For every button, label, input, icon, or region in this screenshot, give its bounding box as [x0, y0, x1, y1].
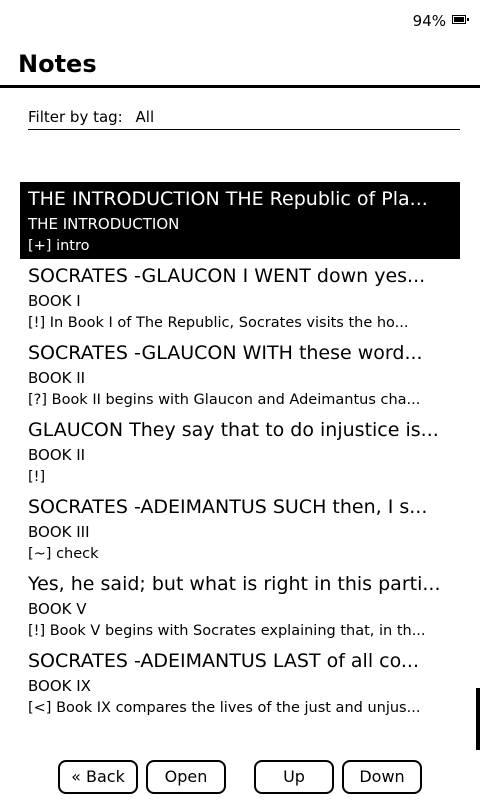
note-chapter: BOOK II [28, 446, 86, 464]
scrollbar-thumb[interactable] [476, 688, 480, 750]
back-button[interactable]: « Back [58, 760, 138, 794]
note-item[interactable]: SOCRATES -GLAUCON I WENT down yes... BOO… [20, 259, 460, 336]
up-button[interactable]: Up [254, 760, 334, 794]
status-bar: 94% [0, 0, 480, 40]
note-item[interactable]: GLAUCON They say that to do injustice is… [20, 413, 460, 490]
note-title: Yes, he said; but what is right in this … [28, 573, 441, 595]
filter-value[interactable]: All [136, 108, 155, 126]
note-chapter: BOOK III [28, 523, 90, 541]
open-button[interactable]: Open [146, 760, 226, 794]
note-title: SOCRATES -ADEIMANTUS LAST of all co... [28, 650, 420, 672]
note-chapter: BOOK I [28, 292, 81, 310]
note-title: GLAUCON They say that to do injustice is… [28, 419, 439, 441]
notes-list: THE INTRODUCTION THE Republic of Pla... … [20, 182, 460, 721]
note-description: [!] In Book I of The Republic, Socrates … [28, 315, 409, 331]
note-chapter: BOOK IX [28, 677, 91, 695]
note-description: [!] [28, 469, 46, 485]
filter-label: Filter by tag: [28, 108, 123, 126]
note-item[interactable]: SOCRATES -ADEIMANTUS LAST of all co... B… [20, 644, 460, 721]
down-button[interactable]: Down [342, 760, 422, 794]
note-item[interactable]: SOCRATES -GLAUCON WITH these word... BOO… [20, 336, 460, 413]
note-title: SOCRATES -ADEIMANTUS SUCH then, I s... [28, 496, 428, 518]
page-title: Notes [18, 50, 97, 78]
note-description: [<] Book IX compares the lives of the ju… [28, 700, 421, 716]
note-chapter: BOOK V [28, 600, 87, 618]
note-title: SOCRATES -GLAUCON I WENT down yes... [28, 265, 426, 287]
battery-percentage: 94% [412, 12, 446, 30]
battery-icon [452, 15, 469, 24]
note-item[interactable]: Yes, he said; but what is right in this … [20, 567, 460, 644]
note-item[interactable]: THE INTRODUCTION THE Republic of Pla... … [20, 182, 460, 259]
note-title: SOCRATES -GLAUCON WITH these word... [28, 342, 423, 364]
tag-filter[interactable]: Filter by tag: All [28, 108, 460, 130]
title-bar: Notes [0, 40, 480, 88]
note-chapter: THE INTRODUCTION [28, 215, 180, 233]
note-description: [!] Book V begins with Socrates explaini… [28, 623, 426, 639]
note-description: [+] intro [28, 238, 90, 254]
note-chapter: BOOK II [28, 369, 86, 387]
scrollbar[interactable] [476, 104, 480, 750]
note-item[interactable]: SOCRATES -ADEIMANTUS SUCH then, I s... B… [20, 490, 460, 567]
note-description: [~] check [28, 546, 99, 562]
note-title: THE INTRODUCTION THE Republic of Pla... [28, 188, 428, 210]
note-description: [?] Book II begins with Glaucon and Adei… [28, 392, 421, 408]
